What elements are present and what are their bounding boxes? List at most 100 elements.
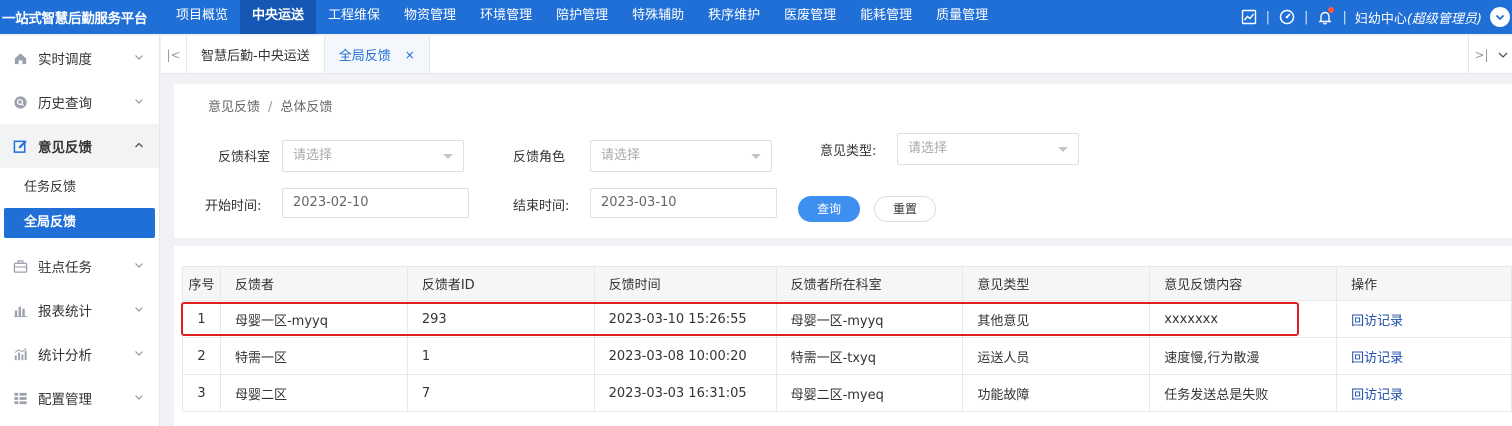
followup-record-link[interactable]: 回访记录: [1351, 351, 1403, 366]
user-role: (超级管理员): [1406, 11, 1482, 27]
bell-icon[interactable]: [1316, 7, 1335, 26]
nav-item-quality[interactable]: 质量管理: [924, 0, 1000, 34]
divider: |: [1265, 9, 1271, 25]
sidebar-item-statistical-analysis[interactable]: 统计分析: [0, 332, 159, 376]
nav-item-materials[interactable]: 物资管理: [392, 0, 468, 34]
column-header: 意见反馈内容: [1149, 266, 1338, 301]
tab-central-transport[interactable]: 智慧后勤-中央运送: [187, 36, 325, 73]
table-cell: 母婴二区: [219, 374, 408, 412]
table-row: 3 母婴二区 7 2023-03-03 16:31:05 母婴二区-myeq 功…: [182, 374, 1512, 412]
nav-item-central-transport[interactable]: 中央运送: [240, 0, 317, 34]
column-header: 反馈者ID: [406, 266, 595, 301]
column-header: 反馈者所在科室: [775, 266, 964, 301]
breadcrumb-item[interactable]: 意见反馈: [208, 100, 260, 115]
nav-item-special-assist[interactable]: 特殊辅助: [620, 0, 696, 34]
chevron-up-icon: [135, 142, 143, 148]
reset-button[interactable]: 重置: [874, 196, 936, 222]
role-label: 反馈角色: [513, 150, 566, 165]
chevron-down-icon: [135, 55, 143, 60]
table-cell: 母婴一区-myyq: [219, 300, 408, 338]
sidebar-subitem-task-feedback[interactable]: 任务反馈: [0, 168, 159, 208]
followup-record-link[interactable]: 回访记录: [1351, 314, 1403, 329]
table-panel: 序号 反馈者 反馈者ID 反馈时间 反馈者所在科室 意见类型 意见反馈内容 操作…: [174, 246, 1512, 426]
user-org: 妇幼中心: [1354, 11, 1407, 27]
breadcrumb-separator: /: [268, 100, 273, 115]
table-cell: 7: [406, 374, 595, 412]
end-date-input[interactable]: 2023-03-10: [590, 188, 777, 218]
sidebar-item-feedback[interactable]: 意见反馈: [0, 124, 159, 168]
bar-chart-icon: [12, 302, 28, 318]
table-cell: 293: [406, 300, 595, 338]
nav-item-escort[interactable]: 陪护管理: [544, 0, 620, 34]
sidebar-item-report-stats[interactable]: 报表统计: [0, 288, 159, 332]
chevron-down-icon: [135, 351, 143, 356]
table-cell: 特需一区: [219, 337, 408, 375]
feedback-table: 序号 反馈者 反馈者ID 反馈时间 反馈者所在科室 意见类型 意见反馈内容 操作…: [182, 266, 1512, 412]
table-cell: 功能故障: [962, 374, 1151, 412]
filter-panel: 意见反馈 / 总体反馈 反馈科室 请选择 反馈角色 请选择 意见类型: 请选择 开始…: [174, 84, 1512, 238]
type-select-placeholder: 请选择: [908, 141, 948, 156]
table-cell: 回访记录: [1336, 374, 1512, 412]
table-cell: 1: [406, 337, 595, 375]
type-select[interactable]: 请选择: [897, 133, 1079, 165]
chevron-down-icon: [135, 395, 143, 400]
table-cell: 速度慢,行为散漫: [1149, 337, 1338, 375]
divider: |: [1342, 9, 1347, 25]
table-cell: 母婴一区-myyq: [775, 300, 964, 338]
sidebar-item-config-management[interactable]: 配置管理: [0, 376, 159, 420]
caret-down-icon: [1058, 147, 1068, 152]
start-date-input[interactable]: 2023-02-10: [282, 188, 469, 218]
table-cell: 2023-03-03 16:31:05: [593, 374, 777, 412]
dept-select[interactable]: 请选择: [282, 140, 464, 172]
sidebar-item-station-task[interactable]: 驻点任务: [0, 244, 159, 288]
search-icon: [12, 94, 28, 110]
table-row: 2 特需一区 1 2023-03-08 10:00:20 特需一区-txyq 运…: [182, 337, 1512, 375]
divider: |: [1304, 9, 1309, 25]
table-cell: 母婴二区-myeq: [775, 374, 964, 412]
type-label: 意见类型:: [820, 144, 877, 159]
edit-icon: [12, 138, 28, 154]
sidebar-item-history-query[interactable]: 历史查询: [0, 80, 159, 124]
chevron-down-icon[interactable]: [1490, 7, 1510, 27]
sidebar-subitem-global-feedback[interactable]: 全局反馈: [4, 208, 155, 238]
close-icon[interactable]: ×: [405, 48, 415, 62]
nav-item-medical-waste[interactable]: 医废管理: [772, 0, 848, 34]
table-cell: 回访记录: [1336, 337, 1512, 375]
trend-chart-icon[interactable]: [1240, 8, 1258, 26]
table-cell: 2023-03-08 10:00:20: [593, 337, 777, 375]
table-row: 1 母婴一区-myyq 293 2023-03-10 15:26:55 母婴一区…: [182, 300, 1512, 338]
sidebar-item-label: 报表统计: [38, 304, 92, 320]
table-cell: 2: [182, 337, 221, 375]
column-header: 意见类型: [962, 266, 1151, 301]
sidebar-item-realtime-dispatch[interactable]: 实时调度: [0, 36, 159, 80]
tab-global-feedback[interactable]: 全局反馈 ×: [324, 36, 430, 73]
dashboard-icon[interactable]: [1278, 8, 1296, 26]
nav-item-environment[interactable]: 环境管理: [468, 0, 544, 34]
home-icon: [12, 50, 28, 66]
table-cell: 其他意见: [962, 300, 1151, 338]
table-cell: xxxxxxx: [1149, 300, 1338, 338]
column-header: 操作: [1336, 266, 1512, 301]
chevron-down-icon[interactable]: [1494, 36, 1512, 74]
tabs-scroll-right-icon[interactable]: >|: [1468, 36, 1494, 74]
user-name[interactable]: 妇幼中心(超级管理员): [1355, 8, 1482, 27]
dept-label: 反馈科室: [218, 150, 271, 165]
sidebar-item-label: 历史查询: [38, 96, 92, 112]
nav-item-project-overview[interactable]: 项目概览: [164, 0, 240, 34]
page-tabs: |< 智慧后勤-中央运送 全局反馈 × >|: [161, 36, 1512, 74]
column-header: 反馈时间: [593, 266, 777, 301]
sidebar-item-label: 配置管理: [38, 392, 92, 408]
breadcrumb: 意见反馈 / 总体反馈: [208, 96, 332, 115]
top-navbar: 一站式智慧后勤服务平台 项目概览 中央运送 工程维保 物资管理 环境管理 陪护管…: [0, 0, 1512, 34]
followup-record-link[interactable]: 回访记录: [1351, 388, 1403, 403]
table-cell: 特需一区-txyq: [775, 337, 964, 375]
nav-item-energy[interactable]: 能耗管理: [848, 0, 924, 34]
nav-item-order[interactable]: 秩序维护: [696, 0, 772, 34]
nav-item-engineering[interactable]: 工程维保: [316, 0, 392, 34]
role-select[interactable]: 请选择: [590, 140, 772, 172]
chevron-down-icon: [135, 307, 143, 312]
tabs-scroll-left-icon[interactable]: |<: [161, 36, 187, 73]
brand-title: 一站式智慧后勤服务平台: [2, 11, 148, 27]
table-cell: 3: [182, 374, 221, 412]
query-button[interactable]: 查询: [798, 196, 860, 222]
